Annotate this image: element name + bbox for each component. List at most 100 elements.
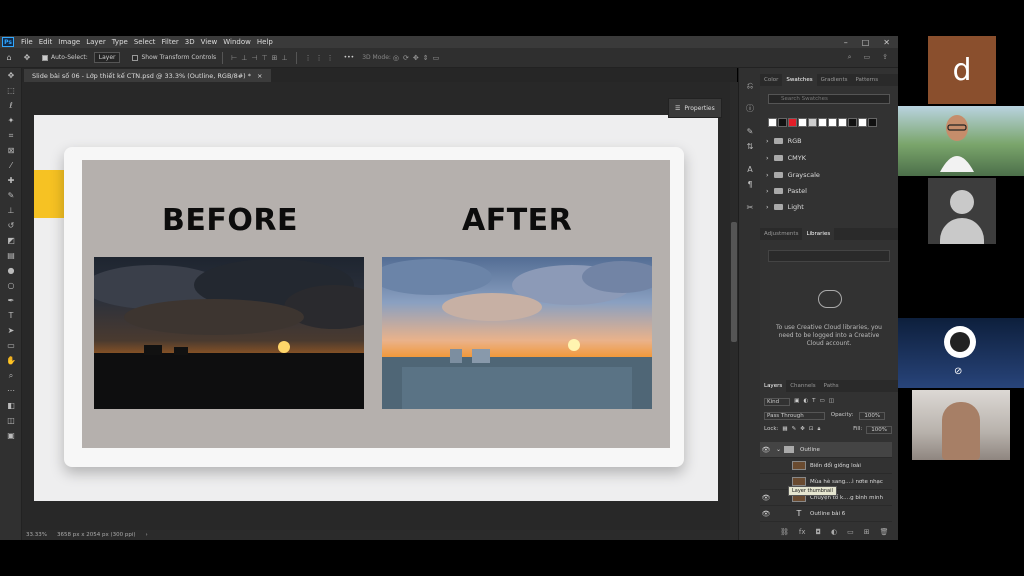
- participant-video[interactable]: [912, 390, 1010, 460]
- align-top-icon[interactable]: ⊤: [261, 54, 267, 62]
- menu-help[interactable]: Help: [254, 38, 276, 46]
- lock-all-icon[interactable]: 🔒︎: [817, 426, 820, 434]
- healing-brush-icon[interactable]: ✚: [0, 173, 22, 188]
- zoom-tool-icon[interactable]: ⌕: [0, 368, 22, 383]
- info-icon[interactable]: ⓘ: [739, 101, 761, 116]
- color-swatch[interactable]: [818, 118, 827, 127]
- move-tool-icon[interactable]: ✥: [0, 68, 22, 83]
- home-icon[interactable]: ⌂: [4, 53, 14, 63]
- tab-gradients[interactable]: Gradients: [817, 77, 852, 83]
- layer-row[interactable]: 👁︎ T Outline bài 6: [760, 506, 892, 522]
- swatch-group-pastel[interactable]: › Pastel: [766, 184, 890, 198]
- magic-wand-icon[interactable]: ✦: [0, 113, 22, 128]
- align-left-icon[interactable]: ⊢: [231, 54, 237, 62]
- more-options[interactable]: •••: [344, 54, 355, 61]
- color-swatch[interactable]: [798, 118, 807, 127]
- marquee-tool-icon[interactable]: ⬚: [0, 83, 22, 98]
- layer-row[interactable]: Biến đổi giống loài: [760, 458, 892, 474]
- distribute-icon[interactable]: ⋮: [305, 54, 312, 62]
- align-bottom-icon[interactable]: ⊥: [281, 54, 287, 62]
- gradient-tool-icon[interactable]: ▤: [0, 248, 22, 263]
- character-icon[interactable]: A: [739, 162, 761, 177]
- align-center-icon[interactable]: ⊥: [241, 54, 247, 62]
- lock-artboard-icon[interactable]: ⊡: [809, 426, 814, 434]
- pen-tool-icon[interactable]: ✒: [0, 293, 22, 308]
- zoom-level[interactable]: 33.33%: [26, 532, 47, 538]
- crop-tool-icon[interactable]: ⌗: [0, 128, 22, 143]
- lock-pixels-icon[interactable]: ▦: [782, 426, 787, 434]
- menu-image[interactable]: Image: [55, 38, 83, 46]
- align-middle-icon[interactable]: ⊞: [272, 54, 278, 62]
- scrollbar-thumb[interactable]: [731, 222, 737, 342]
- dodge-tool-icon[interactable]: ○: [0, 278, 22, 293]
- align-right-icon[interactable]: ⊣: [251, 54, 257, 62]
- swatches-search-input[interactable]: Search Swatches: [768, 94, 890, 104]
- color-swatch[interactable]: [858, 118, 867, 127]
- menu-edit[interactable]: Edit: [36, 38, 56, 46]
- layer-select[interactable]: Layer: [93, 52, 121, 63]
- eyedropper-icon[interactable]: ⁄: [0, 158, 22, 173]
- show-transform-checkbox[interactable]: [132, 54, 139, 61]
- layer-row[interactable]: 👁︎ ⌄ Outline: [760, 442, 892, 458]
- paragraph-icon[interactable]: ¶: [739, 177, 761, 192]
- mask-icon[interactable]: ◘: [816, 528, 822, 536]
- tab-patterns[interactable]: Patterns: [851, 77, 882, 83]
- swatch-group-rgb[interactable]: › RGB: [766, 134, 890, 148]
- color-swatch[interactable]: [828, 118, 837, 127]
- trash-icon[interactable]: 🗑︎: [880, 528, 889, 536]
- visibility-eye-icon[interactable]: 👁︎: [760, 446, 772, 454]
- close-tab-icon[interactable]: ×: [257, 72, 262, 80]
- filter-type-icon[interactable]: T: [812, 398, 815, 406]
- new-group-icon[interactable]: ▭: [847, 528, 854, 536]
- participant-obs-tile[interactable]: ⊘: [898, 318, 1024, 388]
- color-swatch[interactable]: [788, 118, 797, 127]
- color-swatch[interactable]: [848, 118, 857, 127]
- brush-tool-icon[interactable]: ✎: [0, 188, 22, 203]
- tab-libraries[interactable]: Libraries: [802, 228, 835, 240]
- tab-color[interactable]: Color: [760, 77, 782, 83]
- document-tab[interactable]: Slide bài số 06 - Lớp thiết kế CTN.psd @…: [24, 69, 271, 82]
- properties-button[interactable]: ☰ Properties: [668, 98, 722, 118]
- color-swatch-icon[interactable]: ◧: [0, 398, 22, 413]
- clone-stamp-icon[interactable]: ⊥: [0, 203, 22, 218]
- participant-avatar-tile[interactable]: [928, 178, 996, 244]
- menu-type[interactable]: Type: [109, 38, 131, 46]
- layer-thumbnail[interactable]: [792, 461, 806, 470]
- minimize-icon[interactable]: –: [844, 38, 848, 47]
- tools-icon[interactable]: ✂: [739, 200, 761, 215]
- lasso-tool-icon[interactable]: ℓ: [0, 98, 22, 113]
- new-layer-icon[interactable]: ⊞: [864, 528, 870, 536]
- workspace-icon[interactable]: ▭: [864, 53, 871, 62]
- menu-layer[interactable]: Layer: [83, 38, 109, 46]
- quick-mask-icon[interactable]: ◫: [0, 413, 22, 428]
- scale-3d-icon[interactable]: ▭: [433, 54, 440, 62]
- chevron-down-icon[interactable]: ⌄: [776, 446, 781, 453]
- tab-swatches[interactable]: Swatches: [782, 74, 817, 86]
- color-swatch[interactable]: [838, 118, 847, 127]
- layer-thumbnail[interactable]: [792, 477, 806, 486]
- color-swatch[interactable]: [868, 118, 877, 127]
- shape-tool-icon[interactable]: ▭: [0, 338, 22, 353]
- search-icon[interactable]: ⌕: [848, 53, 852, 62]
- share-icon[interactable]: ⇪: [882, 53, 888, 62]
- tab-paths[interactable]: Paths: [820, 383, 843, 389]
- slide-3d-icon[interactable]: ⇕: [423, 54, 429, 62]
- adjustment-icon[interactable]: ◐: [831, 528, 837, 536]
- distribute-icon[interactable]: ⋮: [327, 54, 334, 62]
- canvas-area[interactable]: BEFORE AFTER: [22, 82, 738, 530]
- participant-initial-tile[interactable]: d: [928, 36, 996, 104]
- visibility-eye-icon[interactable]: 👁︎: [760, 494, 772, 502]
- libraries-search-input[interactable]: [768, 250, 890, 262]
- close-icon[interactable]: ✕: [883, 38, 890, 47]
- visibility-eye-icon[interactable]: 👁︎: [760, 510, 772, 518]
- document-canvas[interactable]: BEFORE AFTER: [34, 115, 718, 501]
- tab-adjustments[interactable]: Adjustments: [760, 231, 802, 237]
- color-swatch[interactable]: [808, 118, 817, 127]
- tab-layers[interactable]: Layers: [760, 380, 787, 392]
- fill-input[interactable]: 100%: [866, 426, 892, 434]
- type-tool-icon[interactable]: T: [0, 308, 22, 323]
- color-swatch[interactable]: [768, 118, 777, 127]
- menu-view[interactable]: View: [198, 38, 221, 46]
- auto-select-checkbox[interactable]: [42, 54, 48, 61]
- lock-position-icon[interactable]: ✥: [800, 426, 805, 434]
